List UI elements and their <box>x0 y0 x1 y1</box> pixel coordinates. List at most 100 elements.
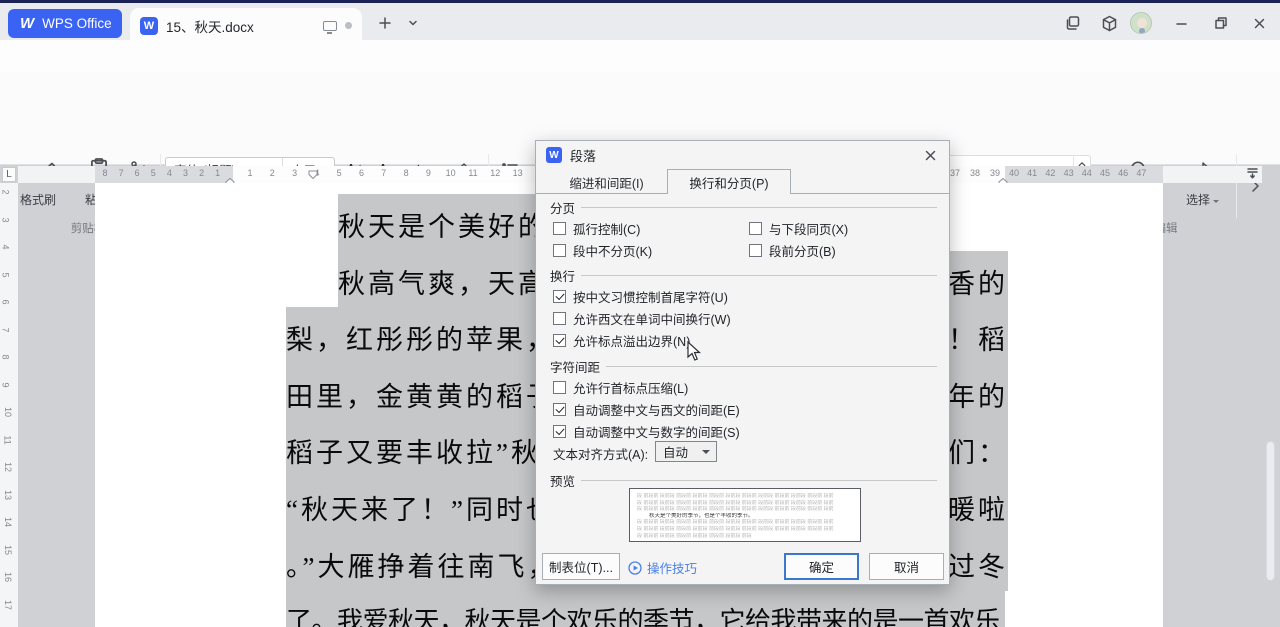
dialog-section-header: 字符间距 <box>550 357 937 376</box>
tab-list-chevron-icon[interactable] <box>400 11 426 35</box>
tab-selector[interactable]: L <box>2 167 16 182</box>
checkbox[interactable] <box>553 312 566 325</box>
dialog-close-button[interactable] <box>919 145 941 165</box>
text-align-row: 文本对齐方式(A): <box>553 444 648 463</box>
dialog-tab-line-breaks[interactable]: 换行和分页(P) <box>667 169 791 194</box>
vertical-scrollbar-thumb[interactable] <box>1266 441 1275 581</box>
checkbox-label: 允许西文在单词中间换行(W) <box>573 313 731 327</box>
doc-text-line: 。”大雁挣着往南飞， <box>286 551 558 582</box>
layout-mode-icon[interactable] <box>1060 11 1086 35</box>
preview-filler-line: 段 前段前 段前段 前段前 段前段 前段前 段前段 前段前 段前段 前段前 段前… <box>637 506 834 513</box>
doc-text-line: “秋天来了！”同时也 <box>286 495 556 525</box>
ruler-number: 1 <box>247 168 253 178</box>
checkbox-label: 与下段同页(X) <box>769 223 849 237</box>
checkbox-row[interactable]: 允许西文在单词中间换行(W) <box>553 309 731 328</box>
first-line-indent-marker[interactable] <box>308 166 318 184</box>
ruler-number: 10 <box>445 168 456 178</box>
monitor-icon <box>323 20 337 34</box>
checkbox-checked[interactable] <box>553 425 566 438</box>
text-align-select[interactable]: 自动 <box>655 441 717 462</box>
preview-current-text: 秋天是个美好的季节，也是个丰收的季节。 <box>649 512 754 519</box>
ruler-number: 9 <box>425 168 431 178</box>
ruler-number: 6 <box>358 168 365 178</box>
ruler-left-margin <box>95 166 233 183</box>
ruler-number: 13 <box>512 168 523 178</box>
ruler-number: 3 <box>182 168 189 178</box>
checkbox-row[interactable]: 段中不分页(K) <box>553 241 652 260</box>
ruler-number: 40 <box>1008 168 1020 178</box>
ruler-number: 2 <box>199 168 205 178</box>
dialog-tab-indents[interactable]: 缩进和间距(I) <box>550 172 663 193</box>
wps-logo-icon: W <box>20 15 35 32</box>
paragraph-dialog: W 段落 缩进和间距(I) 换行和分页(P) 分页孤行控制(C) 与下段同页(X)… <box>535 140 950 585</box>
wps-office-button[interactable]: W WPS Office <box>8 9 122 38</box>
preview-filler-line: 段 前段前 段前段 前段前 段前段 前段前 段前段 前段前 段前段 前段前 段前… <box>637 493 834 499</box>
ruler-number: 11 <box>468 168 478 178</box>
checkbox-checked[interactable] <box>553 403 566 416</box>
text-align-value: 自动 <box>663 446 689 460</box>
checkbox-row[interactable]: 段前分页(B) <box>749 241 836 260</box>
checkbox-row[interactable]: 允许行首标点压缩(L) <box>553 378 688 397</box>
checkbox[interactable] <box>553 222 566 235</box>
dialog-app-icon: W <box>546 147 562 163</box>
checkbox[interactable] <box>749 222 762 235</box>
ruler-number: 12 <box>490 168 501 178</box>
checkbox-label: 孤行控制(C) <box>573 223 641 237</box>
tab-stops-button[interactable]: 制表位(T)... <box>542 553 620 580</box>
checkbox-row[interactable]: 按中文习惯控制首尾字符(U) <box>553 287 728 306</box>
ok-button[interactable]: 确定 <box>784 553 859 580</box>
ruler-number: 45 <box>1099 168 1111 178</box>
checkbox-label: 允许行首标点压缩(L) <box>573 382 689 396</box>
checkbox-row[interactable]: 自动调整中文与西文的间距(E) <box>553 400 740 419</box>
dialog-title-bar[interactable]: W 段落 <box>536 141 949 169</box>
doc-text-fragment: 过冬 <box>948 551 1008 582</box>
ruler-number: 4 <box>166 168 172 178</box>
restore-button[interactable] <box>1208 11 1234 35</box>
ruler-number: 7 <box>381 168 387 178</box>
tab-status-dot <box>345 22 352 29</box>
checkbox[interactable] <box>553 381 566 394</box>
ruler-toggle-icon[interactable] <box>1246 166 1259 184</box>
app-name: WPS Office <box>42 16 112 31</box>
checkbox-row[interactable]: 允许标点溢出边界(N) <box>553 331 690 350</box>
checkbox-checked[interactable] <box>553 290 566 303</box>
checkbox-row[interactable]: 孤行控制(C) <box>553 219 640 238</box>
checkbox-row[interactable]: 与下段同页(X) <box>749 219 848 238</box>
dialog-section-title: 字符间距 <box>550 361 601 375</box>
doc-text-fragment: 暖啦 <box>948 495 1008 525</box>
preview-title: 预览 <box>550 475 576 489</box>
doc-text-line: 了。我爱秋天，秋天是个欢乐的季节，它给我带来的是一首欢乐 <box>286 607 1001 627</box>
tips-link[interactable]: 操作技巧 <box>628 558 697 577</box>
user-avatar[interactable] <box>1130 12 1152 34</box>
dialog-section-title: 换行 <box>550 270 576 284</box>
ruler-number: 44 <box>1081 168 1092 178</box>
checkbox-label: 段中不分页(K) <box>573 245 653 259</box>
preview-box: 段 前段前 段前段 前段前 段前段 前段前 段前段 前段前 段前段 前段前 段前… <box>629 488 861 542</box>
apps-cube-icon[interactable] <box>1096 11 1122 35</box>
text-align-label: 文本对齐方式(A): <box>553 448 649 462</box>
new-tab-button[interactable] <box>372 11 398 35</box>
ruler-number: 42 <box>1045 168 1056 178</box>
cancel-button[interactable]: 取消 <box>869 553 944 580</box>
checkbox-checked[interactable] <box>553 334 566 347</box>
checkbox-label: 允许标点溢出边界(N) <box>573 335 691 349</box>
ruler-number: 3 <box>292 168 298 178</box>
dialog-section-title: 分页 <box>550 202 576 216</box>
ruler-number: 43 <box>1063 168 1074 178</box>
dialog-section-header: 换行 <box>550 266 937 285</box>
dialog-section-header: 分页 <box>550 198 937 217</box>
checkbox[interactable] <box>749 244 762 257</box>
preview-filler-line: 段 前段前 段前段 前段前 段前段 前段前 段前段 前段 <box>637 532 752 539</box>
checkbox-label: 自动调整中文与数字的间距(S) <box>573 426 740 440</box>
ruler-number: 46 <box>1118 168 1129 178</box>
checkbox[interactable] <box>553 244 566 257</box>
close-button[interactable] <box>1246 11 1272 35</box>
minimize-button[interactable] <box>1168 11 1194 35</box>
ruler-number: 47 <box>1136 168 1147 178</box>
ruler-number: 8 <box>403 168 409 178</box>
preview-filler-line: 段 前段前 段前段 前段前 段前段 前段前 段前段 前段前 段前段 前段前 段前… <box>637 525 834 532</box>
ruler-number: 1 <box>215 168 221 178</box>
document-tab[interactable]: W 15、秋天.docx <box>130 8 362 43</box>
ruler-number: 38 <box>969 168 981 178</box>
checkbox-row[interactable]: 自动调整中文与数字的间距(S) <box>553 422 740 441</box>
